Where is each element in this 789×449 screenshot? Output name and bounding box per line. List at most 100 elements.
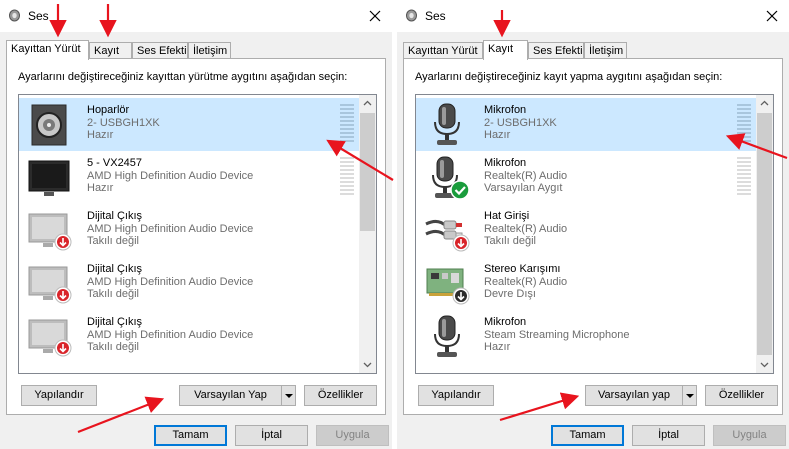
sound-dialog-recording: Ses Kayıttan Yürüt Kayıt Ses Efekti İlet… xyxy=(397,0,789,449)
device-item[interactable]: Hoparlör 2- USBGH1XK Hazır xyxy=(19,98,359,151)
device-item[interactable]: Mikrofon 2- USBGH1XK Hazır xyxy=(416,98,756,151)
ok-button[interactable]: Tamam xyxy=(551,425,624,446)
device-name: Mikrofon xyxy=(484,104,527,116)
level-meter xyxy=(737,104,751,142)
device-description: AMD High Definition Audio Device xyxy=(87,170,254,182)
tab-recording[interactable]: Kayıt xyxy=(89,42,132,59)
device-name: Mikrofon xyxy=(484,157,527,169)
device-description: Steam Streaming Microphone xyxy=(484,329,630,341)
tab-playback[interactable]: Kayıttan Yürüt xyxy=(403,42,483,59)
tab-communications[interactable]: İletişim xyxy=(584,42,627,59)
device-item[interactable]: Mikrofon Realtek(R) Audio Varsayılan Ayg… xyxy=(416,151,756,204)
device-item[interactable]: 5 - VX2457 AMD High Definition Audio Dev… xyxy=(19,151,359,204)
device-list[interactable]: Mikrofon 2- USBGH1XK Hazır Mikrofon Real… xyxy=(415,94,774,374)
configure-button[interactable]: Yapılandır xyxy=(21,385,97,406)
sound-dialog-playback: Ses Kayıttan Yürüt Kayıt Ses Efekti İlet… xyxy=(0,0,392,449)
scrollbar-thumb[interactable] xyxy=(360,113,375,231)
scroll-up-icon[interactable] xyxy=(359,95,376,112)
device-name: Mikrofon xyxy=(484,316,527,328)
instruction-text: Ayarlarını değiştireceğiniz kayıttan yür… xyxy=(18,71,348,83)
tab-sound-effects[interactable]: Ses Efekti xyxy=(132,42,188,59)
title-bar[interactable]: Ses xyxy=(0,0,392,32)
device-status: Takılı değil xyxy=(87,235,139,247)
set-default-label: Varsayılan Yap xyxy=(194,389,267,401)
device-description: AMD High Definition Audio Device xyxy=(87,329,254,341)
vertical-scrollbar[interactable] xyxy=(756,95,773,373)
device-description: Realtek(R) Audio xyxy=(484,223,568,235)
cancel-button[interactable]: İptal xyxy=(235,425,308,446)
tab-sound-effects[interactable]: Ses Efekti xyxy=(528,42,584,59)
device-item[interactable]: Mikrofon Steam Streaming Microphone Hazı… xyxy=(416,310,756,363)
device-name: Hoparlör xyxy=(87,104,130,116)
tab-recording[interactable]: Kayıt xyxy=(483,40,528,60)
close-icon[interactable] xyxy=(759,3,785,29)
device-status: Takılı değil xyxy=(484,235,536,247)
level-meter xyxy=(737,157,751,195)
sound-app-icon xyxy=(406,9,417,22)
set-default-dropdown[interactable] xyxy=(682,386,696,405)
device-description: AMD High Definition Audio Device xyxy=(87,223,254,235)
device-status: Hazır xyxy=(87,129,114,141)
properties-button[interactable]: Özellikler xyxy=(705,385,778,406)
line-in-icon xyxy=(425,219,470,252)
device-status: Hazır xyxy=(484,129,511,141)
device-name: Dijital Çıkış xyxy=(87,210,143,222)
speaker-icon xyxy=(31,104,67,146)
set-default-button[interactable]: Varsayılan Yap xyxy=(179,385,296,406)
scroll-down-icon[interactable] xyxy=(756,356,773,373)
set-default-dropdown[interactable] xyxy=(281,386,295,405)
device-item[interactable]: Dijital Çıkış AMD High Definition Audio … xyxy=(19,310,359,363)
instruction-text: Ayarlarını değiştireceğiniz kayıt yapma … xyxy=(415,71,723,83)
tab-playback[interactable]: Kayıttan Yürüt xyxy=(6,40,89,60)
scroll-up-icon[interactable] xyxy=(756,95,773,112)
device-name: Hat Girişi xyxy=(484,210,530,222)
device-name: Stereo Karışımı xyxy=(484,263,561,275)
device-list[interactable]: Hoparlör 2- USBGH1XK Hazır 5 - VX2457 AM… xyxy=(18,94,377,374)
device-status: Takılı değil xyxy=(87,341,139,353)
device-description: 2- USBGH1XK xyxy=(484,117,557,129)
microphone-default-icon xyxy=(432,156,470,200)
cancel-button[interactable]: İptal xyxy=(632,425,705,446)
level-meter xyxy=(340,157,354,195)
level-meter xyxy=(340,104,354,142)
sound-card-disabled-icon xyxy=(426,268,470,305)
monitor-unplugged-icon xyxy=(28,266,72,304)
dropdown-arrow-icon xyxy=(686,394,694,398)
device-item[interactable]: Stereo Karışımı Realtek(R) Audio Devre D… xyxy=(416,257,756,310)
device-name: Dijital Çıkış xyxy=(87,263,143,275)
microphone-icon xyxy=(434,315,460,357)
properties-button[interactable]: Özellikler xyxy=(304,385,377,406)
window-title: Ses xyxy=(425,9,446,23)
device-status: Devre Dışı xyxy=(484,288,536,300)
ok-button[interactable]: Tamam xyxy=(154,425,227,446)
device-description: AMD High Definition Audio Device xyxy=(87,276,254,288)
dropdown-arrow-icon xyxy=(285,394,293,398)
tab-panel: Ayarlarını değiştireceğiniz kayıt yapma … xyxy=(403,58,783,415)
monitor-unplugged-icon xyxy=(28,319,72,357)
apply-button[interactable]: Uygula xyxy=(713,425,786,446)
sound-app-icon xyxy=(9,9,20,22)
set-default-button[interactable]: Varsayılan yap xyxy=(585,385,697,406)
device-description: Realtek(R) Audio xyxy=(484,170,568,182)
title-bar[interactable]: Ses xyxy=(397,0,789,32)
device-description: Realtek(R) Audio xyxy=(484,276,568,288)
device-item[interactable]: Dijital Çıkış AMD High Definition Audio … xyxy=(19,257,359,310)
tab-panel: Ayarlarını değiştireceğiniz kayıttan yür… xyxy=(6,58,386,415)
window-title: Ses xyxy=(28,9,49,23)
device-status: Takılı değil xyxy=(87,288,139,300)
configure-button[interactable]: Yapılandır xyxy=(418,385,494,406)
microphone-icon xyxy=(434,103,460,145)
set-default-label: Varsayılan yap xyxy=(598,389,670,401)
close-icon[interactable] xyxy=(362,3,388,29)
device-item[interactable]: Dijital Çıkış AMD High Definition Audio … xyxy=(19,204,359,257)
device-status: Hazır xyxy=(87,182,114,194)
monitor-icon xyxy=(28,160,70,196)
vertical-scrollbar[interactable] xyxy=(359,95,376,373)
tab-communications[interactable]: İletişim xyxy=(188,42,231,59)
scrollbar-thumb[interactable] xyxy=(757,113,772,355)
apply-button[interactable]: Uygula xyxy=(316,425,389,446)
device-item[interactable]: Hat Girişi Realtek(R) Audio Takılı değil xyxy=(416,204,756,257)
scroll-down-icon[interactable] xyxy=(359,356,376,373)
monitor-unplugged-icon xyxy=(28,213,72,251)
device-description: 2- USBGH1XK xyxy=(87,117,160,129)
